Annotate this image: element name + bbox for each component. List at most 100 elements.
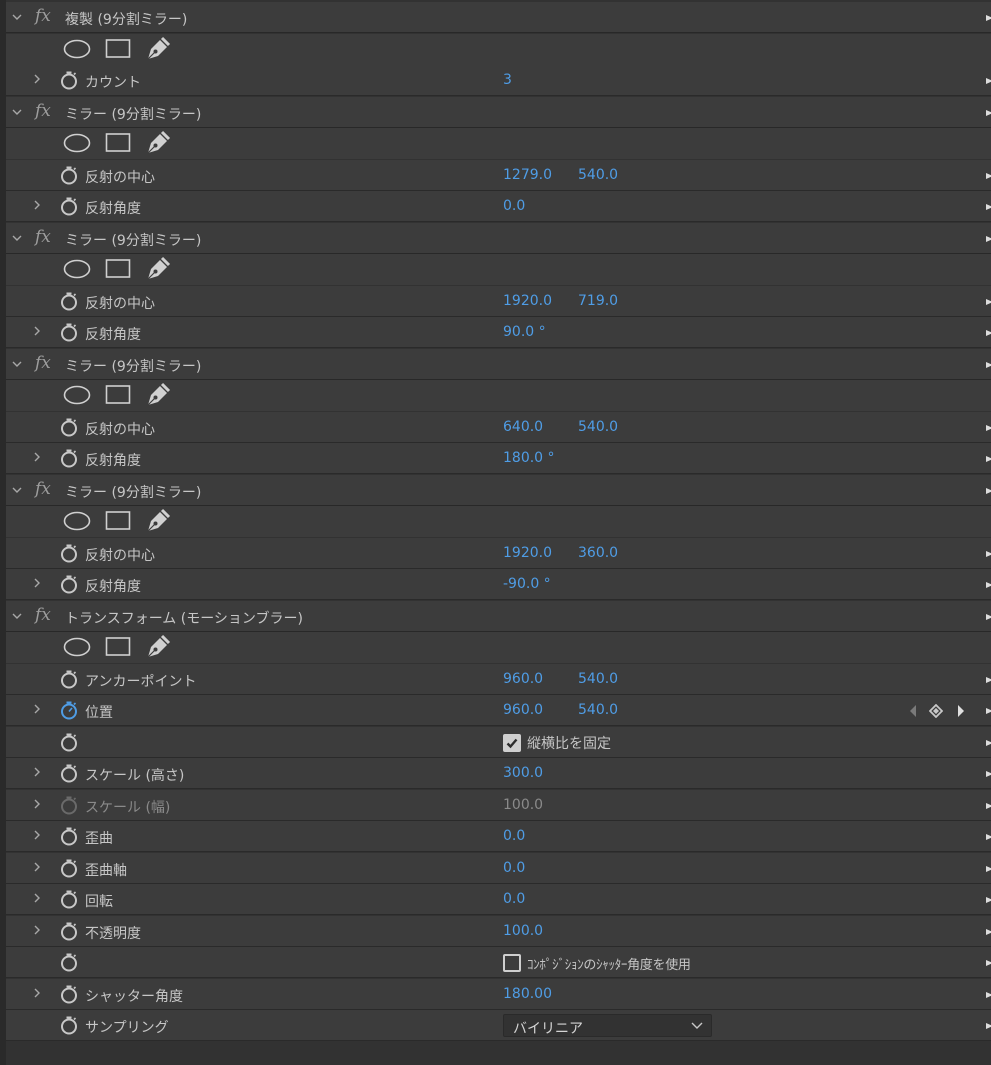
stopwatch-icon[interactable] bbox=[59, 826, 79, 846]
rectangle-mask-icon[interactable] bbox=[105, 132, 131, 154]
stopwatch-icon[interactable] bbox=[59, 291, 79, 311]
chevron-right-icon[interactable] bbox=[32, 861, 42, 873]
mask-tools-row bbox=[6, 632, 991, 663]
row-end-marker-icon bbox=[986, 109, 991, 116]
chevron-down-icon[interactable] bbox=[11, 358, 23, 370]
chevron-right-icon[interactable] bbox=[32, 73, 42, 85]
property-value[interactable]: 1920.0 bbox=[503, 545, 552, 561]
effect-header[interactable]: fx ミラー (9分割ミラー) bbox=[6, 474, 991, 506]
property-value-y[interactable]: 719.0 bbox=[578, 293, 618, 309]
chevron-right-icon[interactable] bbox=[32, 451, 42, 463]
property-value[interactable]: -90.0 ° bbox=[503, 576, 551, 592]
stopwatch-icon[interactable] bbox=[59, 732, 79, 752]
ellipse-mask-icon[interactable] bbox=[63, 258, 91, 280]
stopwatch-icon[interactable] bbox=[59, 322, 79, 342]
chevron-down-icon[interactable] bbox=[11, 610, 23, 622]
property-value[interactable]: 640.0 bbox=[503, 419, 543, 435]
effect-header[interactable]: fx 複製 (9分割ミラー) bbox=[6, 2, 991, 33]
chevron-right-icon[interactable] bbox=[32, 199, 42, 211]
property-value[interactable]: 1920.0 bbox=[503, 293, 552, 309]
rectangle-mask-icon[interactable] bbox=[105, 510, 131, 532]
property-value[interactable]: 0.0 bbox=[503, 860, 525, 876]
chevron-right-icon[interactable] bbox=[32, 987, 42, 999]
rectangle-mask-icon[interactable] bbox=[105, 636, 131, 658]
stopwatch-icon[interactable] bbox=[59, 795, 79, 815]
property-value[interactable]: 180.00 bbox=[503, 986, 552, 1002]
chevron-down-icon[interactable] bbox=[11, 11, 23, 23]
pen-mask-icon[interactable] bbox=[145, 256, 171, 282]
checkbox[interactable] bbox=[503, 733, 521, 752]
property-value[interactable]: 1279.0 bbox=[503, 167, 552, 183]
stopwatch-icon[interactable] bbox=[59, 543, 79, 563]
chevron-right-icon[interactable] bbox=[32, 577, 42, 589]
sampling-dropdown[interactable]: バイリニア bbox=[503, 1014, 712, 1037]
property-value[interactable]: 0.0 bbox=[503, 828, 525, 844]
stopwatch-icon[interactable] bbox=[59, 196, 79, 216]
property-value-y[interactable]: 540.0 bbox=[578, 702, 618, 718]
rectangle-mask-icon[interactable] bbox=[105, 258, 131, 280]
pen-mask-icon[interactable] bbox=[145, 634, 171, 660]
stopwatch-icon[interactable] bbox=[59, 1015, 79, 1035]
effect-header[interactable]: fx ミラー (9分割ミラー) bbox=[6, 96, 991, 128]
property-value[interactable]: 90.0 ° bbox=[503, 324, 546, 340]
property-value-y[interactable]: 540.0 bbox=[578, 167, 618, 183]
stopwatch-icon[interactable] bbox=[59, 700, 79, 720]
pen-mask-icon[interactable] bbox=[145, 130, 171, 156]
property-value[interactable]: 100.0 bbox=[503, 923, 543, 939]
chevron-right-icon[interactable] bbox=[32, 798, 42, 810]
property-value[interactable]: 960.0 bbox=[503, 702, 543, 718]
stopwatch-icon[interactable] bbox=[59, 858, 79, 878]
checkbox[interactable] bbox=[503, 954, 521, 972]
pen-mask-icon[interactable] bbox=[145, 36, 171, 62]
stopwatch-icon[interactable] bbox=[59, 763, 79, 783]
property-value-y[interactable]: 360.0 bbox=[578, 545, 618, 561]
property-value-y[interactable]: 540.0 bbox=[578, 419, 618, 435]
chevron-down-icon[interactable] bbox=[11, 232, 23, 244]
checkbox-control[interactable]: ｺﾝﾎﾟｼﾞｼｮﾝのｼｬｯﾀｰ角度を使用 bbox=[503, 952, 691, 974]
chevron-right-icon[interactable] bbox=[32, 325, 42, 337]
stopwatch-icon[interactable] bbox=[59, 448, 79, 468]
chevron-down-icon[interactable] bbox=[11, 106, 23, 118]
stopwatch-icon[interactable] bbox=[59, 669, 79, 689]
property-value[interactable]: 180.0 ° bbox=[503, 450, 555, 466]
effect-header[interactable]: fx ミラー (9分割ミラー) bbox=[6, 348, 991, 380]
property-value-y[interactable]: 540.0 bbox=[578, 671, 618, 687]
keyframe-diamond-icon[interactable] bbox=[929, 704, 943, 718]
chevron-right-icon[interactable] bbox=[32, 766, 42, 778]
effect-header[interactable]: fx ミラー (9分割ミラー) bbox=[6, 222, 991, 254]
chevron-right-icon[interactable] bbox=[32, 892, 42, 904]
pen-mask-icon[interactable] bbox=[145, 508, 171, 534]
previous-keyframe-icon[interactable] bbox=[908, 704, 918, 718]
property-value[interactable]: 300.0 bbox=[503, 765, 543, 781]
stopwatch-icon[interactable] bbox=[59, 921, 79, 941]
stopwatch-icon[interactable] bbox=[59, 70, 79, 90]
rectangle-mask-icon[interactable] bbox=[105, 384, 131, 406]
chevron-right-icon[interactable] bbox=[32, 703, 42, 715]
property-value[interactable]: 0.0 bbox=[503, 891, 525, 907]
checkbox-control[interactable]: 縦横比を固定 bbox=[503, 732, 611, 754]
effect-header[interactable]: fx トランスフォーム (モーションブラー) bbox=[6, 600, 991, 632]
stopwatch-icon[interactable] bbox=[59, 417, 79, 437]
stopwatch-icon[interactable] bbox=[59, 165, 79, 185]
property-value[interactable]: 3 bbox=[503, 72, 512, 88]
rectangle-mask-icon[interactable] bbox=[105, 38, 131, 60]
ellipse-mask-icon[interactable] bbox=[63, 636, 91, 658]
property-label: 歪曲 bbox=[85, 831, 113, 847]
ellipse-mask-icon[interactable] bbox=[63, 510, 91, 532]
stopwatch-icon[interactable] bbox=[59, 889, 79, 909]
next-keyframe-icon[interactable] bbox=[956, 704, 966, 718]
chevron-right-icon[interactable] bbox=[32, 829, 42, 841]
chevron-right-icon[interactable] bbox=[32, 924, 42, 936]
stopwatch-icon[interactable] bbox=[59, 952, 79, 972]
chevron-down-icon[interactable] bbox=[11, 484, 23, 496]
ellipse-mask-icon[interactable] bbox=[63, 38, 91, 60]
ellipse-mask-icon[interactable] bbox=[63, 384, 91, 406]
property-value[interactable]: 0.0 bbox=[503, 198, 525, 214]
stopwatch-icon[interactable] bbox=[59, 574, 79, 594]
ellipse-mask-icon[interactable] bbox=[63, 132, 91, 154]
stopwatch-icon[interactable] bbox=[59, 984, 79, 1004]
pen-mask-icon[interactable] bbox=[145, 382, 171, 408]
row-end-marker-icon bbox=[986, 330, 991, 336]
checkbox-label: 縦横比を固定 bbox=[527, 735, 611, 752]
property-value[interactable]: 960.0 bbox=[503, 671, 543, 687]
